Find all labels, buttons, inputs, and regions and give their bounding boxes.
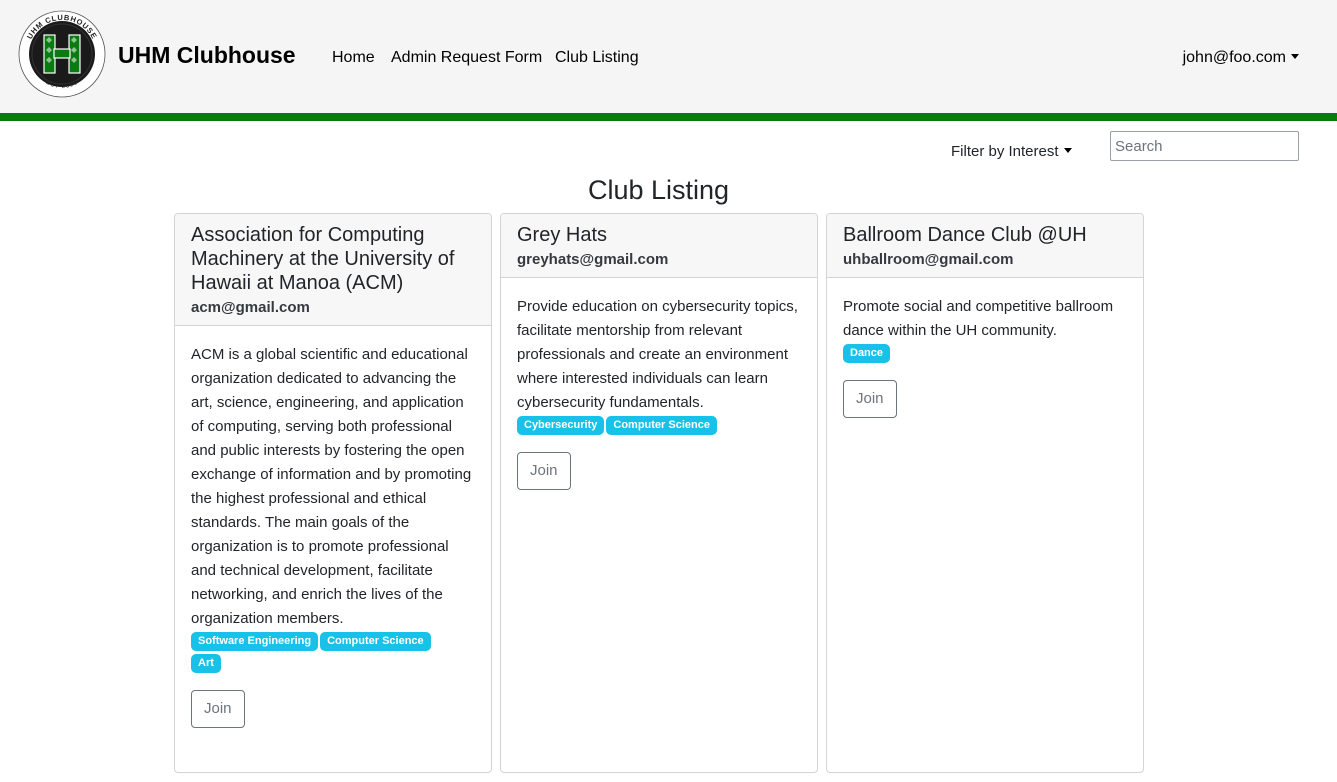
brand-title[interactable]: UHM Clubhouse [118,40,296,70]
search-input[interactable] [1110,131,1299,161]
card-body: Provide education on cybersecurity topic… [501,278,817,506]
tag-badge: Software Engineering [191,632,319,651]
nav-club-listing[interactable]: Club Listing [555,47,639,69]
tag-badge: Cybersecurity [517,416,605,435]
card-body: ACM is a global scientific and education… [175,326,491,744]
club-description: Promote social and competitive ballroom … [843,298,1114,339]
club-card-acm: Association for Computing Machinery at t… [174,213,492,773]
join-button[interactable]: Join [191,690,245,728]
tag-list: Software Engineering Computer Science Ar… [191,632,451,673]
join-button[interactable]: Join [517,452,571,490]
tag-badge: Art [191,654,221,673]
join-button[interactable]: Join [843,380,897,418]
club-card-grey-hats: Grey Hats greyhats@gmail.com Provide edu… [500,213,818,773]
card-body: Promote social and competitive ballroom … [827,278,1143,434]
club-description: Provide education on cybersecurity topic… [517,298,798,411]
filter-by-interest-dropdown[interactable]: Filter by Interest [951,141,1072,163]
uhm-clubhouse-logo[interactable]: UHM CLUBHOUSE EST 2023 [18,10,106,98]
club-card-ballroom-dance: Ballroom Dance Club @UH uhballroom@gmail… [826,213,1144,773]
tag-list: Cybersecurity Computer Science [517,416,777,435]
nav-home[interactable]: Home [332,47,375,69]
card-header: Grey Hats greyhats@gmail.com [501,214,817,278]
user-email: john@foo.com [1182,49,1286,66]
club-name: Association for Computing Machinery at t… [191,224,455,294]
club-email: greyhats@gmail.com [517,251,669,268]
tag-badge: Dance [843,344,891,363]
filter-label: Filter by Interest [951,143,1059,160]
club-email: uhballroom@gmail.com [843,251,1014,268]
user-menu-dropdown[interactable]: john@foo.com [1183,47,1299,69]
tag-badge: Computer Science [606,416,717,435]
card-header: Ballroom Dance Club @UH uhballroom@gmail… [827,214,1143,278]
navbar: UHM CLUBHOUSE EST 2023 UHM Clubhouse Hom… [0,0,1337,113]
nav-admin-request-form[interactable]: Admin Request Form [391,47,542,69]
club-name: Ballroom Dance Club @UH [843,224,1087,246]
club-email: acm@gmail.com [191,299,310,316]
club-description: ACM is a global scientific and education… [191,346,472,627]
tag-list: Dance [843,344,1103,363]
navbar-accent-stripe [0,113,1337,121]
caret-down-icon [1063,148,1072,154]
page-title: Club Listing [587,175,730,205]
tag-badge: Computer Science [320,632,431,651]
caret-down-icon [1291,53,1299,59]
card-header: Association for Computing Machinery at t… [175,214,491,326]
club-name: Grey Hats [517,224,608,246]
